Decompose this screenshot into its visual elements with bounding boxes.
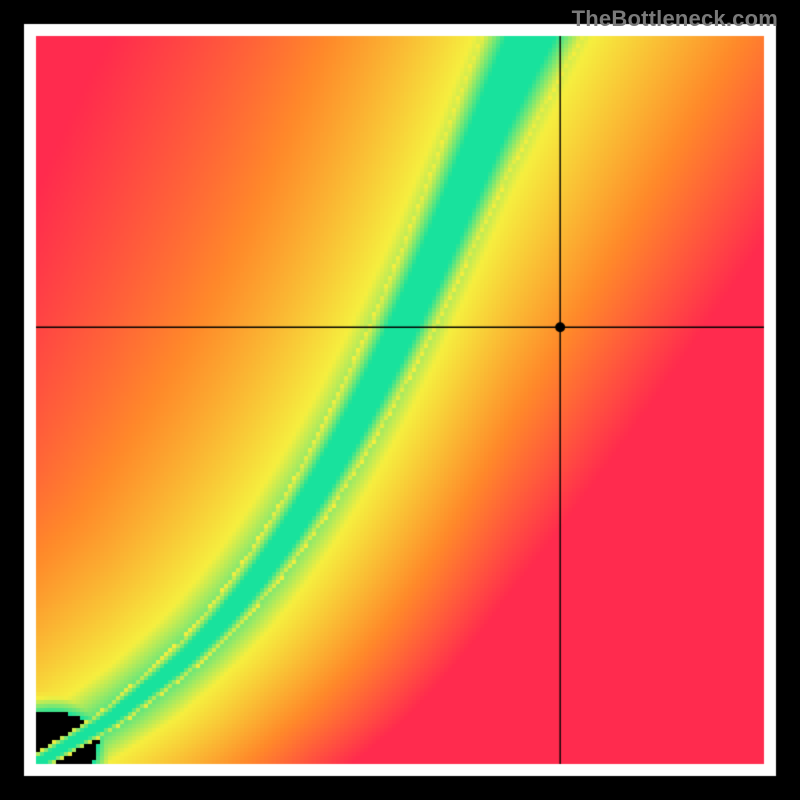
bottleneck-heatmap (0, 0, 800, 800)
